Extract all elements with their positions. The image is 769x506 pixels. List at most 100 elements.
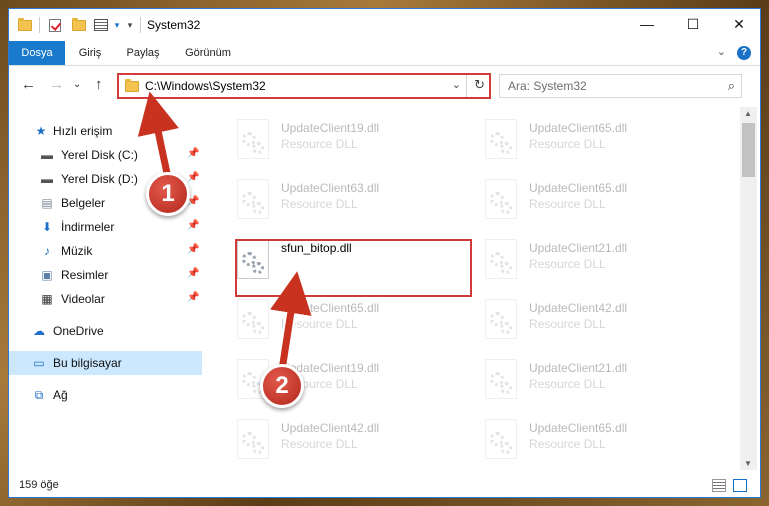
tab-file[interactable]: Dosya — [9, 41, 65, 65]
file-type: Resource DLL — [529, 137, 606, 151]
recent-locations-dropdown[interactable]: ⌄ — [73, 79, 81, 90]
address-dropdown-icon[interactable]: ⌄ — [452, 78, 461, 91]
up-button[interactable]: ↑ — [95, 76, 103, 93]
dll-file-icon — [485, 239, 517, 279]
dll-file-icon — [485, 119, 517, 159]
file-name: UpdateClient65.dll — [529, 181, 628, 195]
dll-file-icon — [237, 119, 269, 159]
help-icon[interactable]: ? — [737, 46, 751, 60]
file-type: Resource DLL — [281, 137, 358, 151]
address-bar[interactable]: C:\Windows\System32 ⌄ ↻ — [117, 73, 491, 99]
address-row: ← → ⌄ ↑ C:\Windows\System32 ⌄ ↻ Ara: Sys… — [9, 66, 760, 104]
dll-file-icon — [485, 179, 517, 219]
quick-access-dropdown-icon[interactable]: ▾ — [122, 18, 138, 32]
tab-share[interactable]: Paylaş — [115, 41, 171, 65]
toolbar-divider — [39, 17, 40, 33]
video-icon: ▦ — [41, 292, 53, 306]
ribbon-tabs: Dosya Giriş Paylaş Görünüm ⌄ ? — [9, 41, 760, 66]
sidebar-item-label: Belgeler — [61, 196, 106, 210]
file-type: Resource DLL — [281, 317, 358, 331]
item-count: 159 öğe — [19, 479, 59, 491]
star-icon: ★ — [35, 124, 47, 138]
customize-toolbar-icon[interactable] — [93, 18, 109, 32]
sidebar-item-label: Müzik — [61, 244, 93, 258]
sidebar-item-network[interactable]: ⧉ Ağ — [9, 383, 202, 407]
folder-icon — [125, 79, 139, 92]
address-path[interactable]: C:\Windows\System32 — [145, 79, 266, 93]
refresh-icon[interactable]: ↻ — [474, 77, 485, 93]
file-item[interactable]: UpdateClient42.dll Resource DLL — [231, 415, 467, 470]
pin-icon: 📌 — [187, 148, 200, 159]
pictures-icon: ▣ — [41, 268, 53, 282]
selected-file-highlight — [235, 239, 472, 297]
file-item[interactable]: UpdateClient65.dll Resource DLL — [479, 415, 715, 470]
file-name: UpdateClient65.dll — [529, 421, 628, 435]
file-name: UpdateClient63.dll — [281, 181, 380, 195]
vertical-scrollbar[interactable]: ▲ ▼ — [740, 107, 757, 470]
file-name: UpdateClient65.dll — [281, 301, 380, 315]
sidebar-item-label: Ağ — [53, 388, 68, 402]
file-item[interactable]: UpdateClient19.dll Resource DLL — [231, 115, 467, 171]
dll-file-icon — [485, 299, 517, 339]
dll-file-icon — [485, 419, 517, 459]
search-box[interactable]: Ara: System32 ⌕ — [499, 74, 742, 98]
network-icon: ⧉ — [34, 388, 44, 402]
minimize-button[interactable]: — — [624, 9, 670, 39]
drive-icon: ▬ — [41, 172, 53, 186]
sidebar-item-local-disk-c[interactable]: ▬ Yerel Disk (C:) 📌 — [9, 143, 202, 167]
file-item[interactable]: UpdateClient65.dll Resource DLL — [479, 115, 715, 171]
file-item[interactable]: UpdateClient21.dll Resource DLL — [479, 235, 715, 291]
dll-file-icon — [237, 179, 269, 219]
properties-check-icon[interactable] — [47, 18, 63, 32]
file-name: UpdateClient42.dll — [281, 421, 380, 435]
ribbon-expand-icon[interactable]: ⌄ — [717, 45, 726, 58]
cloud-icon: ☁ — [33, 324, 45, 338]
file-item[interactable]: UpdateClient65.dll Resource DLL — [479, 175, 715, 231]
address-divider — [466, 75, 467, 97]
sidebar-item-pictures[interactable]: ▣ Resimler 📌 — [9, 263, 202, 287]
folder-icon — [17, 17, 33, 32]
file-item[interactable]: UpdateClient21.dll Resource DLL — [479, 355, 715, 411]
pin-icon: 📌 — [187, 244, 200, 255]
file-explorer-window: ▾ ▾ System32 — ☐ ✕ Dosya Giriş Paylaş Gö… — [8, 8, 761, 498]
music-icon: ♪ — [44, 244, 50, 258]
file-type: Resource DLL — [529, 257, 606, 271]
file-item[interactable]: UpdateClient65.dll Resource DLL — [231, 295, 467, 351]
sidebar-item-this-pc[interactable]: ▭ Bu bilgisayar — [9, 351, 202, 375]
file-item[interactable]: UpdateClient42.dll Resource DLL — [479, 295, 715, 351]
scroll-up-arrow[interactable]: ▲ — [744, 109, 752, 118]
dll-file-icon — [237, 299, 269, 339]
new-folder-icon[interactable] — [71, 17, 87, 32]
window-title: System32 — [147, 18, 201, 32]
maximize-button[interactable]: ☐ — [670, 9, 716, 39]
file-name: UpdateClient21.dll — [529, 241, 628, 255]
sidebar-item-onedrive[interactable]: ☁ OneDrive — [9, 319, 202, 343]
details-view-icon[interactable] — [712, 479, 726, 492]
sidebar-item-label: Yerel Disk (D:) — [61, 172, 138, 186]
sidebar-item-label: Hızlı erişim — [53, 124, 113, 138]
sidebar-item-downloads[interactable]: ⬇ İndirmeler 📌 — [9, 215, 202, 239]
tab-view[interactable]: Görünüm — [171, 41, 245, 65]
search-icon[interactable]: ⌕ — [728, 78, 735, 94]
sidebar-item-music[interactable]: ♪ Müzik 📌 — [9, 239, 202, 263]
scroll-down-arrow[interactable]: ▼ — [744, 459, 752, 468]
tab-home[interactable]: Giriş — [65, 41, 115, 65]
sidebar-item-videos[interactable]: ▦ Videolar 📌 — [9, 287, 202, 311]
sidebar-item-quick-access[interactable]: ★ Hızlı erişim — [9, 119, 202, 143]
file-type: Resource DLL — [529, 197, 606, 211]
back-button[interactable]: ← — [21, 76, 36, 93]
tiles-view-icon[interactable] — [733, 479, 747, 492]
file-item[interactable]: UpdateClient63.dll Resource DLL — [231, 175, 467, 231]
pin-icon: 📌 — [187, 292, 200, 303]
sidebar-item-label: Resimler — [61, 268, 109, 282]
forward-button[interactable]: → — [49, 76, 64, 93]
sidebar-item-label: İndirmeler — [61, 220, 115, 234]
close-button[interactable]: ✕ — [716, 9, 760, 39]
status-bar: 159 öğe — [9, 473, 760, 497]
file-name: UpdateClient21.dll — [529, 361, 628, 375]
scroll-thumb[interactable] — [742, 123, 755, 177]
dll-file-icon — [485, 359, 517, 399]
file-type: Resource DLL — [281, 197, 358, 211]
search-input[interactable]: Ara: System32 — [508, 79, 587, 93]
computer-icon: ▭ — [33, 356, 45, 370]
